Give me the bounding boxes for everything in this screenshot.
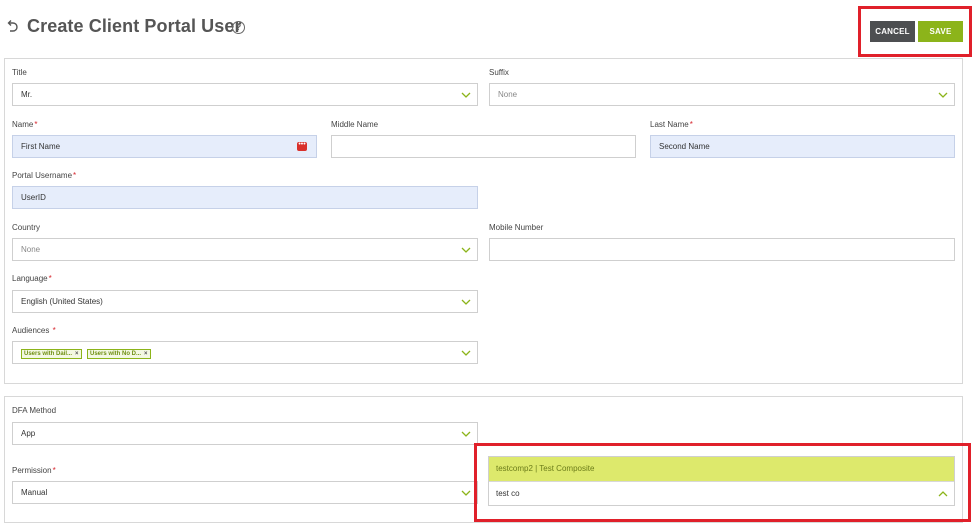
- page-title: Create Client Portal User: [27, 16, 242, 36]
- chevron-down-icon: [461, 348, 471, 358]
- composite-search-value: test co: [496, 489, 520, 498]
- suffix-label: Suffix: [489, 68, 509, 77]
- middle-name-label: Middle Name: [331, 120, 379, 129]
- permission-value: Manual: [21, 488, 48, 497]
- portal-username-label: Portal Username*: [12, 171, 76, 180]
- language-value: English (United States): [21, 297, 103, 306]
- last-name-input[interactable]: Second Name: [650, 135, 955, 158]
- language-select[interactable]: English (United States): [12, 290, 478, 313]
- last-name-label-text: Last Name: [650, 120, 689, 129]
- permission-label: Permission*: [12, 466, 56, 475]
- required-marker: *: [52, 466, 56, 475]
- required-marker: *: [34, 120, 38, 129]
- portal-username-value: UserID: [21, 193, 46, 202]
- save-button[interactable]: SAVE: [918, 21, 963, 42]
- country-value: None: [21, 245, 41, 254]
- audience-tag: Users with Dail... ×: [21, 349, 82, 359]
- remove-tag-icon[interactable]: ×: [144, 351, 148, 357]
- last-name-value: Second Name: [659, 142, 710, 151]
- audiences-label-text: Audiences: [12, 326, 50, 335]
- permission-select[interactable]: Manual: [12, 481, 478, 504]
- dfa-method-select[interactable]: App: [12, 422, 478, 445]
- portal-username-input[interactable]: UserID: [12, 186, 478, 209]
- chevron-down-icon: [461, 429, 471, 439]
- required-marker: *: [689, 120, 693, 129]
- language-label: Language*: [12, 274, 52, 283]
- language-label-text: Language: [12, 274, 48, 283]
- chevron-down-icon: [461, 297, 471, 307]
- first-name-input[interactable]: First Name •••: [12, 135, 317, 158]
- first-name-value: First Name: [21, 142, 61, 151]
- country-select[interactable]: None: [12, 238, 478, 261]
- required-marker: *: [73, 171, 77, 180]
- country-label: Country: [12, 223, 41, 232]
- name-label-text: Name: [12, 120, 34, 129]
- chevron-down-icon: [461, 488, 471, 498]
- required-marker: *: [52, 326, 56, 335]
- page-header: Create Client Portal User ? CANCEL SAVE: [0, 0, 975, 58]
- name-label: Name*: [12, 120, 37, 129]
- dropdown-option[interactable]: testcomp2 | Test Composite: [489, 457, 954, 481]
- title-select[interactable]: Mr.: [12, 83, 478, 106]
- composite-lookup-dropdown: testcomp2 | Test Composite test co: [488, 456, 955, 506]
- mobile-number-input[interactable]: [489, 238, 955, 261]
- chevron-down-icon: [461, 90, 471, 100]
- chevron-down-icon: [461, 245, 471, 255]
- remove-tag-icon[interactable]: ×: [75, 351, 79, 357]
- middle-name-input[interactable]: [331, 135, 636, 158]
- audience-tag-label: Users with Dail...: [24, 351, 73, 357]
- chevron-up-icon[interactable]: [938, 489, 948, 499]
- cancel-button[interactable]: CANCEL: [870, 21, 915, 42]
- dfa-method-label: DFA Method: [12, 406, 57, 415]
- chevron-down-icon: [938, 90, 948, 100]
- permission-label-text: Permission: [12, 466, 52, 475]
- dfa-method-value: App: [21, 429, 36, 438]
- composite-search-input[interactable]: test co: [489, 481, 954, 505]
- audience-tag: Users with No D... ×: [87, 349, 151, 359]
- help-circle-icon[interactable]: ?: [232, 21, 245, 34]
- audiences-label: Audiences *: [12, 326, 56, 335]
- suffix-value: None: [498, 90, 518, 99]
- title-value: Mr.: [21, 90, 33, 99]
- required-marker: *: [48, 274, 52, 283]
- mobile-number-label: Mobile Number: [489, 223, 544, 232]
- last-name-label: Last Name*: [650, 120, 693, 129]
- audience-tag-label: Users with No D...: [90, 351, 142, 357]
- user-details-panel: [4, 58, 963, 384]
- back-arrow-icon[interactable]: [6, 19, 20, 33]
- audiences-multiselect[interactable]: Users with Dail... × Users with No D... ×: [12, 341, 478, 364]
- title-label: Title: [12, 68, 27, 77]
- suffix-select[interactable]: None: [489, 83, 955, 106]
- password-dots-icon[interactable]: •••: [297, 141, 307, 151]
- portal-username-label-text: Portal Username: [12, 171, 73, 180]
